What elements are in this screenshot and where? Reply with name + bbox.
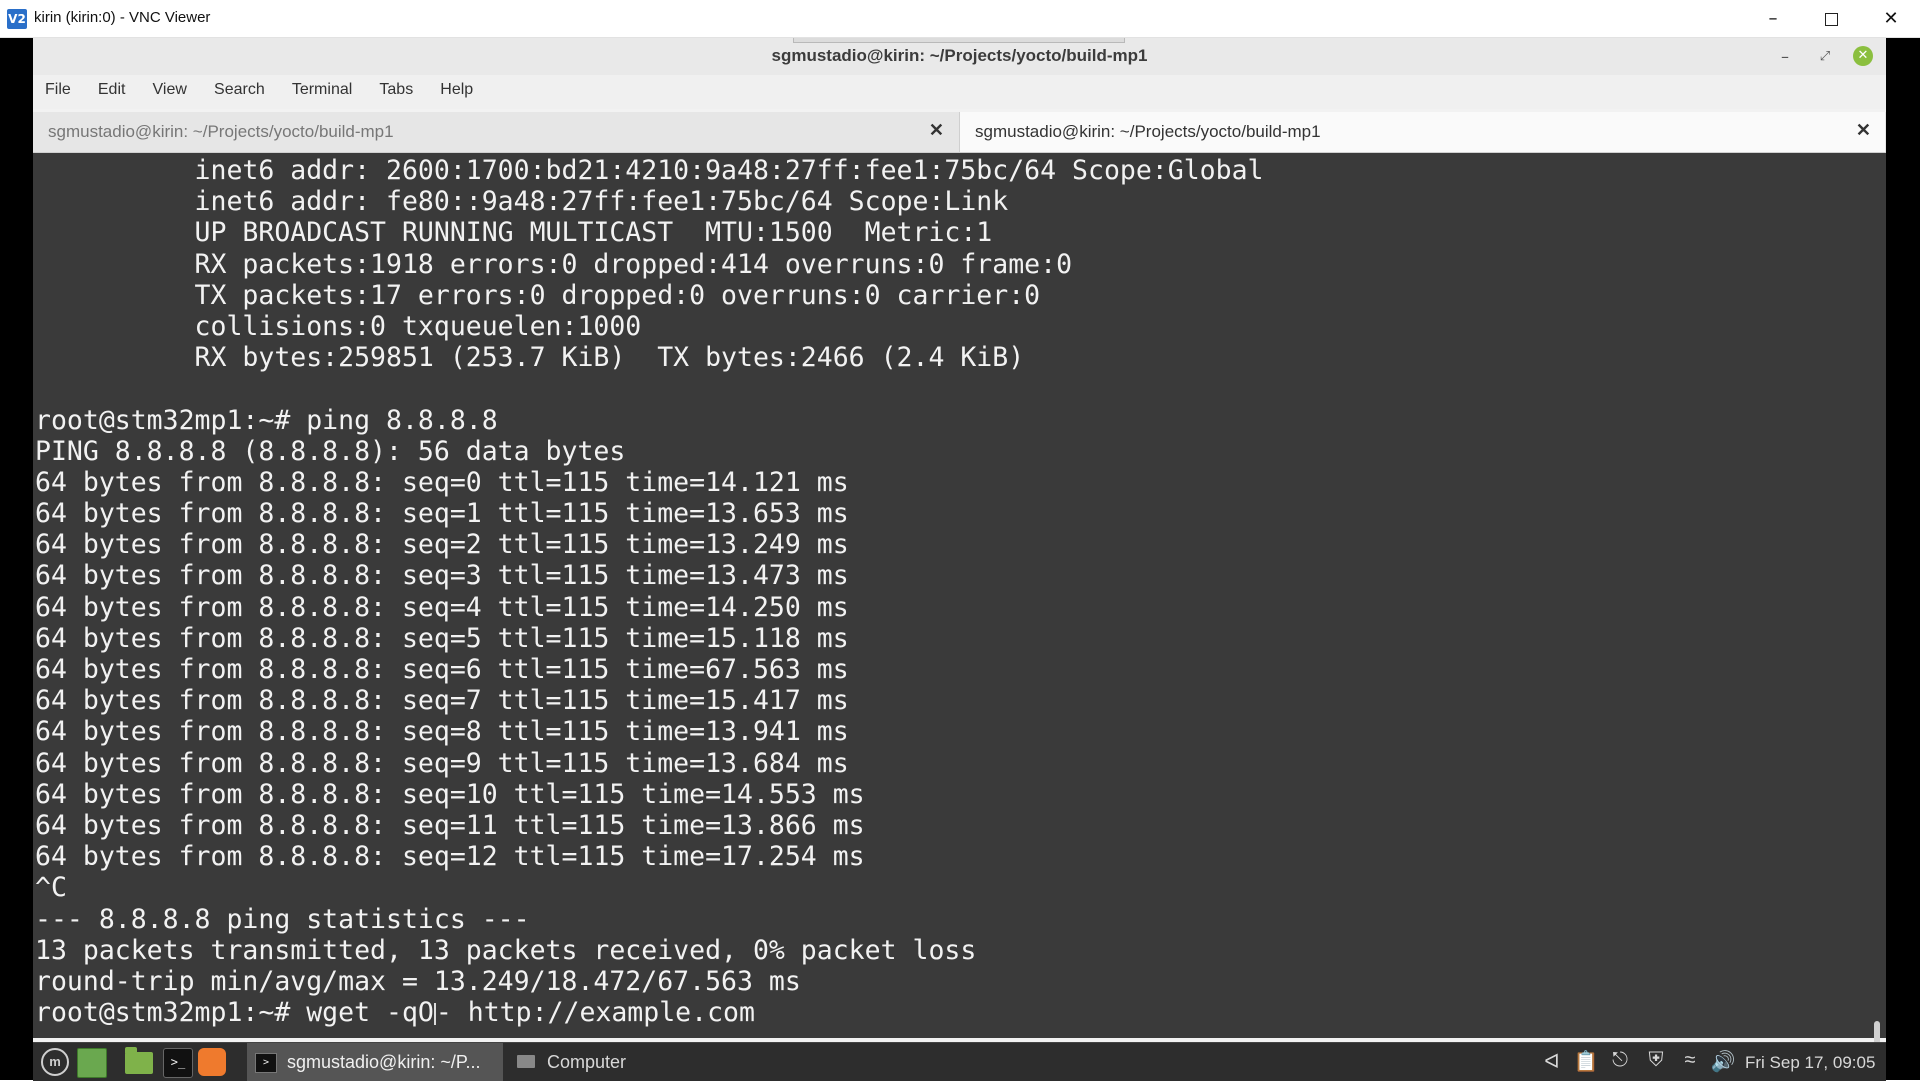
- tab-1[interactable]: sgmustadio@kirin: ~/Projects/yocto/build…: [33, 112, 958, 152]
- terminal-line: ^C: [35, 872, 67, 904]
- desktop-border-left: [0, 38, 33, 1080]
- terminal-line: 64 bytes from 8.8.8.8: seq=3 ttl=115 tim…: [35, 560, 849, 592]
- terminal-line: RX packets:1918 errors:0 dropped:414 ove…: [35, 248, 1073, 280]
- clipboard-icon[interactable]: 📋: [1573, 1049, 1599, 1074]
- terminal-titlebar[interactable]: sgmustadio@kirin: ~/Projects/yocto/build…: [33, 38, 1886, 75]
- terminal-restore-button[interactable]: ⤢: [1813, 45, 1837, 69]
- menu-terminal[interactable]: Terminal: [292, 81, 352, 99]
- minimize-icon: –: [1781, 47, 1789, 66]
- terminal-line: UP BROADCAST RUNNING MULTICAST MTU:1500 …: [35, 217, 993, 249]
- desktop-border-right: [1886, 38, 1920, 1080]
- terminal-line: 64 bytes from 8.8.8.8: seq=4 ttl=115 tim…: [35, 591, 849, 623]
- taskbar-panel: m >_ > sgmustadio@kirin: ~/P... Computer…: [33, 1042, 1886, 1081]
- menu-view[interactable]: View: [153, 81, 187, 99]
- terminal-line: 64 bytes from 8.8.8.8: seq=11 ttl=115 ti…: [35, 809, 865, 841]
- maximize-icon: [1824, 12, 1838, 26]
- menu-file[interactable]: File: [45, 81, 71, 99]
- computer-icon: [517, 1055, 535, 1068]
- close-icon: ✕: [1883, 8, 1899, 29]
- show-desktop-icon[interactable]: [77, 1048, 107, 1078]
- vnc-window-title: kirin (kirin:0) - VNC Viewer: [34, 9, 211, 26]
- minimize-button[interactable]: –: [1744, 0, 1802, 37]
- terminal-line: 13 packets transmitted, 13 packets recei…: [35, 934, 977, 966]
- terminal-icon[interactable]: >_: [163, 1048, 193, 1078]
- terminal-line: 64 bytes from 8.8.8.8: seq=7 ttl=115 tim…: [35, 685, 849, 717]
- terminal-line: 64 bytes from 8.8.8.8: seq=2 ttl=115 tim…: [35, 529, 849, 561]
- terminal-window: sgmustadio@kirin: ~/Projects/yocto/build…: [33, 38, 1886, 1073]
- terminal-text: inet6 addr: 2600:1700:bd21:4210:9a48:27f…: [35, 155, 1264, 1028]
- menu-search[interactable]: Search: [214, 81, 265, 99]
- terminal-close-button[interactable]: ✕: [1853, 46, 1873, 66]
- tab-close-icon[interactable]: ✕: [929, 120, 944, 141]
- terminal-line: 64 bytes from 8.8.8.8: seq=1 ttl=115 tim…: [35, 498, 849, 530]
- terminal-window-title: sgmustadio@kirin: ~/Projects/yocto/build…: [771, 46, 1148, 65]
- terminal-minimize-button[interactable]: –: [1773, 45, 1797, 69]
- maximize-button[interactable]: [1802, 0, 1860, 37]
- close-button[interactable]: ✕: [1862, 0, 1920, 37]
- terminal-line: root@stm32mp1:~# ping 8.8.8.8: [35, 404, 498, 436]
- terminal-icon: >: [255, 1053, 277, 1073]
- taskbar-item-computer[interactable]: Computer: [509, 1043, 659, 1081]
- update-manager-icon[interactable]: ⎋: [1607, 1049, 1633, 1072]
- terminal-line: 64 bytes from 8.8.8.8: seq=8 ttl=115 tim…: [35, 716, 849, 748]
- terminal-line: inet6 addr: 2600:1700:bd21:4210:9a48:27f…: [35, 155, 1264, 186]
- taskbar-item-label: sgmustadio@kirin: ~/P...: [287, 1052, 481, 1072]
- terminal-line: RX bytes:259851 (253.7 KiB) TX bytes:246…: [35, 342, 1025, 374]
- window-grab-indicator: [793, 38, 1125, 43]
- terminal-output[interactable]: inet6 addr: 2600:1700:bd21:4210:9a48:27f…: [33, 153, 1868, 1038]
- terminal-line: 64 bytes from 8.8.8.8: seq=10 ttl=115 ti…: [35, 778, 865, 810]
- terminal-line: round-trip min/avg/max = 13.249/18.472/6…: [35, 965, 801, 997]
- restore-icon: ⤢: [1819, 49, 1831, 64]
- minimize-icon: –: [1768, 8, 1778, 29]
- terminal-line: 64 bytes from 8.8.8.8: seq=12 ttl=115 ti…: [35, 841, 865, 873]
- terminal-line: 64 bytes from 8.8.8.8: seq=6 ttl=115 tim…: [35, 654, 849, 685]
- vnc-titlebar: V2 kirin (kirin:0) - VNC Viewer – ✕: [0, 0, 1920, 38]
- taskbar-item-label: Computer: [547, 1052, 627, 1072]
- wifi-icon[interactable]: ≈: [1677, 1049, 1703, 1072]
- taskbar-item-terminal[interactable]: > sgmustadio@kirin: ~/P...: [247, 1043, 503, 1081]
- menu-tabs[interactable]: Tabs: [379, 81, 413, 99]
- tab-close-icon[interactable]: ✕: [1856, 120, 1871, 141]
- terminal-line: PING 8.8.8.8 (8.8.8.8): 56 data bytes: [35, 435, 626, 467]
- prompt-text: root@stm32mp1:~# wget -qO: [35, 997, 434, 1029]
- tab-2[interactable]: sgmustadio@kirin: ~/Projects/yocto/build…: [959, 112, 1885, 152]
- vnc-viewer-logo-icon: V2: [7, 9, 27, 29]
- tab-bar: sgmustadio@kirin: ~/Projects/yocto/build…: [33, 112, 1886, 153]
- tab-label: sgmustadio@kirin: ~/Projects/yocto/build…: [975, 122, 1321, 141]
- terminal-prompt-line: root@stm32mp1:~# wget -qO- http://exampl…: [35, 997, 1264, 1028]
- menu-icon[interactable]: m: [41, 1048, 69, 1076]
- terminal-line: 64 bytes from 8.8.8.8: seq=5 ttl=115 tim…: [35, 622, 849, 654]
- tab-label: sgmustadio@kirin: ~/Projects/yocto/build…: [48, 122, 394, 141]
- terminal-line: 64 bytes from 8.8.8.8: seq=9 ttl=115 tim…: [35, 747, 849, 779]
- terminal-scrollbar[interactable]: [1868, 153, 1886, 1073]
- bluetooth-icon[interactable]: ᐊ: [1539, 1049, 1565, 1074]
- volume-icon[interactable]: 🔊: [1710, 1049, 1736, 1074]
- terminal-line: 64 bytes from 8.8.8.8: seq=0 ttl=115 tim…: [35, 466, 849, 498]
- terminal-line: inet6 addr: fe80::9a48:27ff:fee1:75bc/64…: [35, 186, 1009, 218]
- clock[interactable]: Fri Sep 17, 09:05: [1745, 1053, 1875, 1073]
- prompt-text: - http://example.com: [435, 997, 755, 1029]
- close-icon: ✕: [1857, 48, 1869, 63]
- terminal-line: --- 8.8.8.8 ping statistics ---: [35, 903, 530, 935]
- firefox-icon[interactable]: [198, 1048, 226, 1076]
- terminal-line: collisions:0 txqueuelen:1000: [35, 310, 642, 342]
- shield-icon[interactable]: ⛨: [1643, 1049, 1669, 1072]
- menu-edit[interactable]: Edit: [98, 81, 126, 99]
- files-icon[interactable]: [125, 1047, 153, 1074]
- menubar: File Edit View Search Terminal Tabs Help: [33, 75, 1886, 109]
- terminal-line: TX packets:17 errors:0 dropped:0 overrun…: [35, 279, 1041, 311]
- menu-help[interactable]: Help: [440, 81, 473, 99]
